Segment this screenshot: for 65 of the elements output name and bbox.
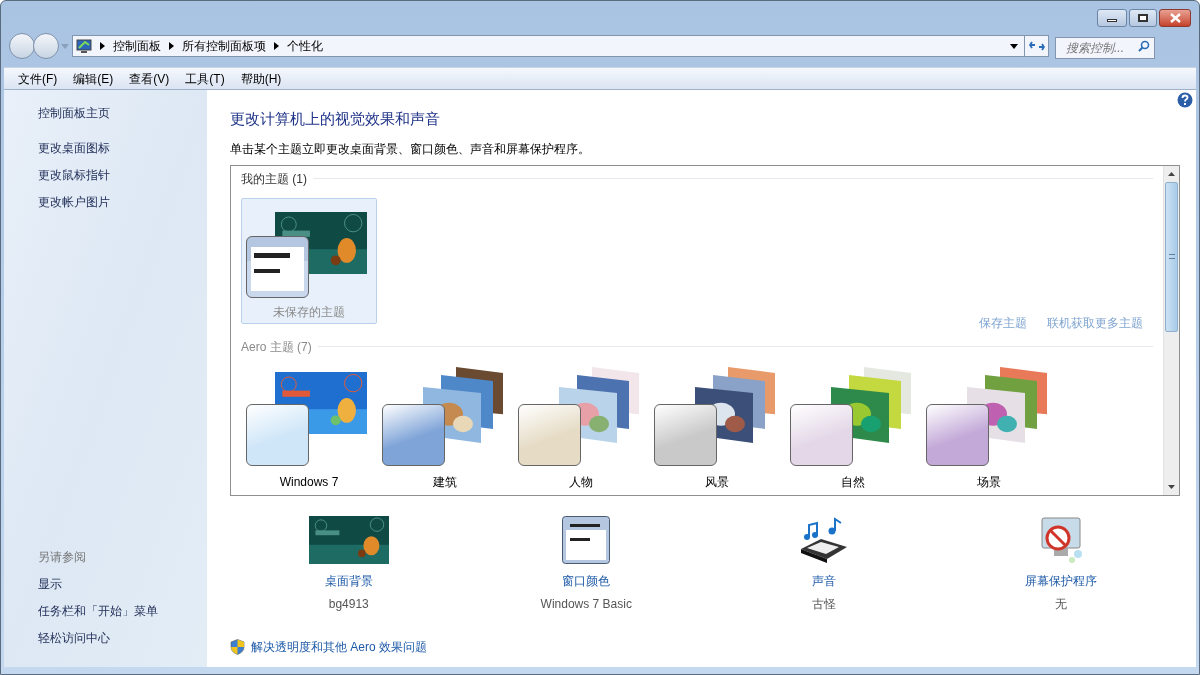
theme-tile[interactable]: 人物 — [513, 365, 649, 492]
setting-value: Windows 7 Basic — [540, 595, 632, 613]
setting-link[interactable]: 屏幕保护程序 — [1025, 571, 1098, 590]
setting-link[interactable]: 窗口颜色 — [562, 571, 611, 590]
address-bar[interactable]: 控制面板 所有控制面板项 个性化 — [72, 35, 1049, 57]
search-field[interactable]: 搜索控制... — [1055, 37, 1155, 59]
breadcrumb-item[interactable]: 个性化 — [287, 37, 323, 55]
minimize-button[interactable] — [1097, 9, 1127, 27]
refresh-button[interactable] — [1024, 36, 1048, 56]
refresh-icon — [1028, 40, 1045, 52]
monitor-icon — [76, 38, 92, 54]
scroll-thumb[interactable] — [1165, 181, 1178, 332]
chevron-icon[interactable] — [100, 42, 105, 50]
sidebar-link[interactable]: 显示 — [38, 575, 207, 593]
theme-label: 人物 — [568, 473, 594, 491]
menu-item[interactable]: 工具(T) — [185, 69, 225, 88]
section-heading: 另请参阅 — [38, 549, 87, 566]
sidebar-link[interactable]: 更改帐户图片 — [38, 193, 207, 211]
back-button[interactable] — [9, 33, 35, 59]
theme-tile[interactable]: 自然 — [785, 365, 921, 492]
menu-item[interactable]: 查看(V) — [129, 69, 170, 88]
scroll-up-icon[interactable] — [1168, 171, 1175, 176]
setting-value: 古怪 — [811, 595, 836, 613]
theme-label: Windows 7 — [278, 473, 340, 491]
chevron-icon[interactable] — [169, 42, 174, 50]
theme-label: 自然 — [840, 473, 866, 491]
shield-icon — [230, 638, 245, 655]
close-button[interactable] — [1159, 9, 1191, 27]
breadcrumb-item[interactable]: 所有控制面板项 — [182, 37, 266, 55]
theme-tile[interactable]: 风景 — [649, 365, 785, 492]
sidebar-link[interactable]: 更改桌面图标 — [38, 139, 207, 157]
page-title: 更改计算机上的视觉效果和声音 — [230, 109, 441, 129]
help-icon[interactable] — [1177, 92, 1193, 108]
setting-value: 无 — [1055, 595, 1068, 613]
maximize-button[interactable] — [1129, 9, 1157, 27]
window-icon — [562, 515, 611, 564]
setting-link[interactable]: 声音 — [811, 571, 836, 590]
scroll-down-icon[interactable] — [1168, 484, 1175, 489]
sidebar-link[interactable]: 任务栏和「开始」菜单 — [38, 602, 207, 620]
help-link[interactable]: 解决透明度和其他 Aero 效果问题 — [251, 637, 427, 656]
sidebar-link[interactable]: 更改鼠标指针 — [38, 166, 207, 184]
setting-link[interactable]: 桌面背景 — [324, 571, 373, 590]
description-text: 单击某个主题立即更改桌面背景、窗口颜色、声音和屏幕保护程序。 — [230, 140, 591, 158]
chevron-icon[interactable] — [274, 42, 279, 50]
menu-item[interactable]: 编辑(E) — [73, 69, 114, 88]
theme-tile[interactable]: 建筑 — [377, 365, 513, 492]
dropdown-icon[interactable] — [1010, 43, 1018, 49]
theme-tile[interactable]: Windows 7 — [241, 365, 377, 492]
theme-label: 场景 — [976, 473, 1002, 491]
breadcrumb-item[interactable]: 控制面板 — [113, 37, 161, 55]
close-icon — [1169, 13, 1181, 23]
menu-item[interactable]: 帮助(H) — [240, 69, 282, 88]
theme-tile[interactable]: 场景 — [921, 365, 1057, 492]
forward-button[interactable] — [33, 33, 59, 59]
theme-label: 未保存的主题 — [272, 303, 346, 321]
scrollbar[interactable] — [1163, 165, 1179, 495]
menu-item[interactable]: 文件(F) — [18, 69, 58, 88]
theme-label: 建筑 — [432, 473, 458, 491]
search-icon — [1138, 40, 1150, 52]
sidebar-link[interactable]: 控制面板主页 — [38, 104, 207, 122]
setting-value: bg4913 — [328, 595, 369, 613]
section-heading: 我的主题 (1) — [241, 170, 307, 188]
theme-label: 风景 — [704, 473, 730, 491]
sidebar-link[interactable]: 轻松访问中心 — [38, 629, 207, 647]
section-heading: Aero 主题 (7) — [241, 338, 312, 356]
